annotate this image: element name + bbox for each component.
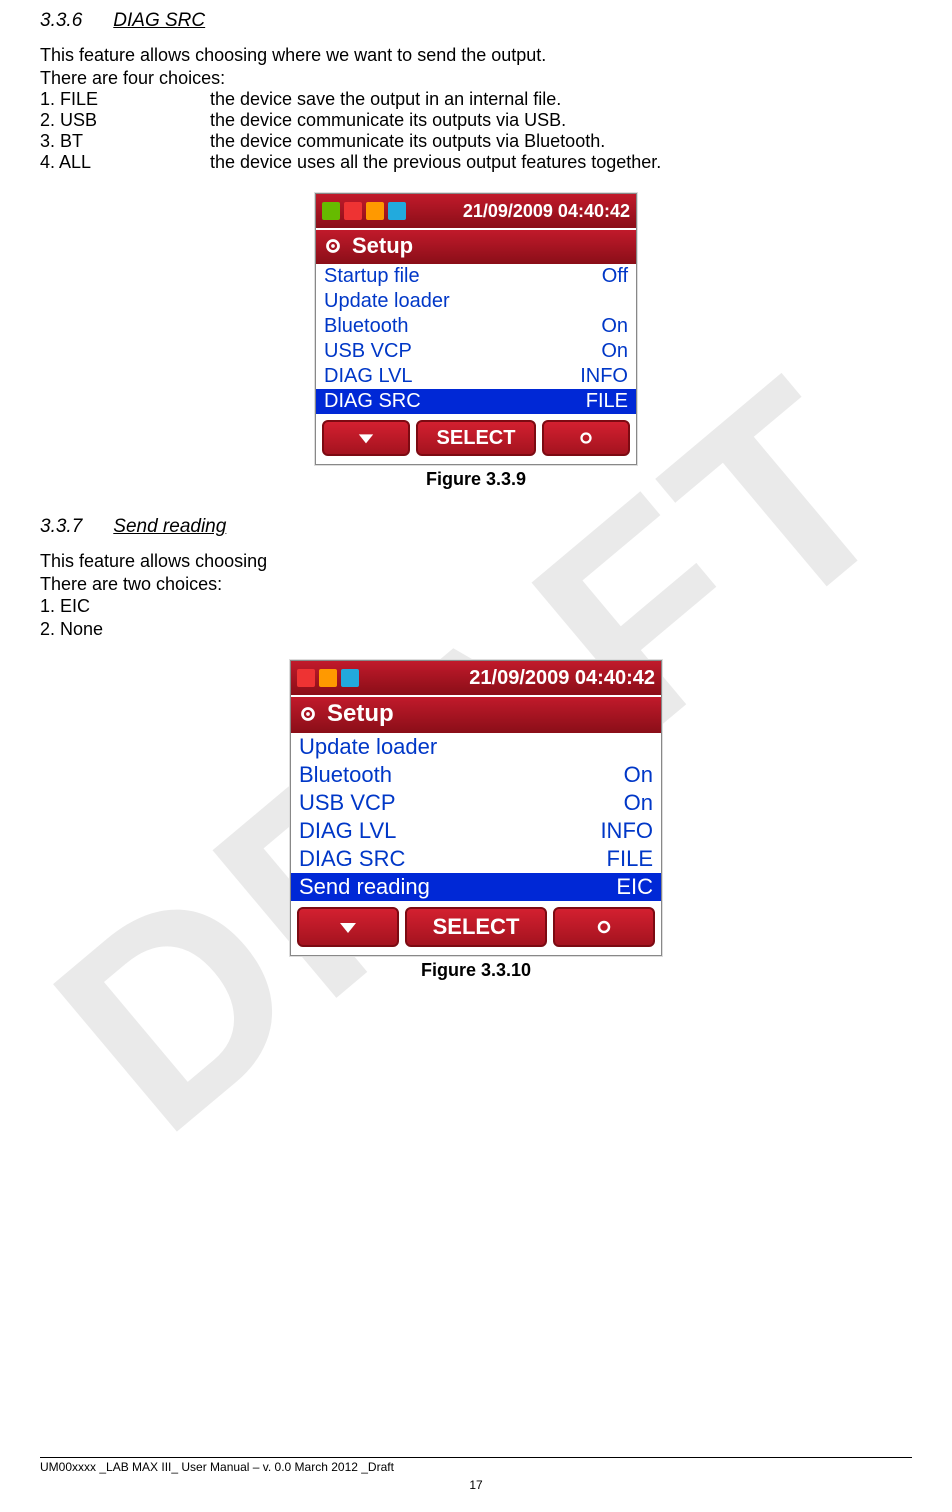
page-footer: UM00xxxx _LAB MAX III_ User Manual – v. … bbox=[40, 1457, 912, 1492]
gear-icon bbox=[322, 235, 344, 257]
device-softkeys: SELECT bbox=[316, 414, 636, 464]
device-status-bar: 21/09/2009 04:40:42 bbox=[291, 661, 661, 695]
section-number: 3.3.7 bbox=[40, 516, 108, 538]
device-menu: Update loader BluetoothOn USB VCPOn DIAG… bbox=[291, 733, 661, 901]
arrow-down-icon bbox=[338, 917, 358, 937]
menu-row-bluetooth[interactable]: BluetoothOn bbox=[316, 314, 636, 339]
gear-icon bbox=[594, 917, 614, 937]
setup-label: Setup bbox=[327, 700, 394, 728]
menu-row-update-loader[interactable]: Update loader bbox=[316, 289, 636, 314]
softkey-settings[interactable] bbox=[553, 907, 655, 947]
warning-icon bbox=[366, 202, 384, 220]
battery-icon bbox=[322, 202, 340, 220]
arrow-down-icon bbox=[357, 429, 375, 447]
choice-row: 4. ALL the device uses all the previous … bbox=[40, 152, 912, 173]
bluetooth-icon bbox=[388, 202, 406, 220]
softkey-select[interactable]: SELECT bbox=[416, 420, 537, 456]
choice-row: 1. FILE the device save the output in an… bbox=[40, 89, 912, 110]
footer-text: UM00xxxx _LAB MAX III_ User Manual – v. … bbox=[40, 1460, 912, 1474]
section1-intro2: There are four choices: bbox=[40, 67, 912, 90]
choice-row: 2. None bbox=[40, 618, 912, 641]
choice-desc: the device communicate its outputs via B… bbox=[210, 131, 605, 152]
softkey-down[interactable] bbox=[297, 907, 399, 947]
gear-icon bbox=[297, 703, 319, 725]
menu-row-bluetooth[interactable]: BluetoothOn bbox=[291, 761, 661, 789]
menu-row-send-reading[interactable]: Send readingEIC bbox=[291, 873, 661, 901]
choice-desc: the device communicate its outputs via U… bbox=[210, 110, 566, 131]
device-setup-header: Setup bbox=[291, 695, 661, 733]
softkey-down[interactable] bbox=[322, 420, 410, 456]
choice-key: 1. FILE bbox=[40, 89, 210, 110]
choice-row: 2. USB the device communicate its output… bbox=[40, 110, 912, 131]
section2-intro1: This feature allows choosing bbox=[40, 550, 912, 573]
menu-row-usb-vcp[interactable]: USB VCPOn bbox=[316, 339, 636, 364]
alert-icon bbox=[344, 202, 362, 220]
choice-row: 1. EIC bbox=[40, 595, 912, 618]
menu-row-startup-file[interactable]: Startup fileOff bbox=[316, 264, 636, 289]
page-content: 3.3.6 DIAG SRC This feature allows choos… bbox=[40, 10, 912, 981]
softkey-settings[interactable] bbox=[542, 420, 630, 456]
choice-desc: the device uses all the previous output … bbox=[210, 152, 661, 173]
section-heading-send-reading: 3.3.7 Send reading bbox=[40, 516, 912, 538]
figure-caption-2: Figure 3.3.10 bbox=[40, 960, 912, 981]
softkey-select[interactable]: SELECT bbox=[405, 907, 547, 947]
device-status-bar: 21/09/2009 04:40:42 bbox=[316, 194, 636, 228]
section-title: DIAG SRC bbox=[113, 10, 205, 31]
choice-key: 4. ALL bbox=[40, 152, 210, 173]
gear-icon bbox=[577, 429, 595, 447]
menu-row-diag-src[interactable]: DIAG SRCFILE bbox=[316, 389, 636, 414]
menu-row-diag-lvl[interactable]: DIAG LVLINFO bbox=[291, 817, 661, 845]
alert-icon bbox=[297, 669, 315, 687]
choice-key: 3. BT bbox=[40, 131, 210, 152]
menu-row-update-loader[interactable]: Update loader bbox=[291, 733, 661, 761]
section1-intro1: This feature allows choosing where we wa… bbox=[40, 44, 912, 67]
section-title: Send reading bbox=[113, 516, 226, 537]
device-clock: 21/09/2009 04:40:42 bbox=[469, 667, 655, 690]
footer-page-number: 17 bbox=[40, 1478, 912, 1492]
footer-rule bbox=[40, 1457, 912, 1458]
choice-row: 3. BT the device communicate its outputs… bbox=[40, 131, 912, 152]
menu-row-usb-vcp[interactable]: USB VCPOn bbox=[291, 789, 661, 817]
device-clock: 21/09/2009 04:40:42 bbox=[463, 201, 630, 222]
bluetooth-icon bbox=[341, 669, 359, 687]
device-setup-header: Setup bbox=[316, 228, 636, 264]
device-screenshot-1: 21/09/2009 04:40:42 Setup Startup fileOf… bbox=[315, 193, 637, 465]
menu-row-diag-lvl[interactable]: DIAG LVLINFO bbox=[316, 364, 636, 389]
figure-caption-1: Figure 3.3.9 bbox=[40, 469, 912, 490]
setup-label: Setup bbox=[352, 233, 413, 259]
section-number: 3.3.6 bbox=[40, 10, 108, 32]
device-softkeys: SELECT bbox=[291, 901, 661, 955]
choice-key: 2. USB bbox=[40, 110, 210, 131]
warning-icon bbox=[319, 669, 337, 687]
device-menu: Startup fileOff Update loader BluetoothO… bbox=[316, 264, 636, 414]
section-heading-diag-src: 3.3.6 DIAG SRC bbox=[40, 10, 912, 32]
choice-desc: the device save the output in an interna… bbox=[210, 89, 561, 110]
section2-intro2: There are two choices: bbox=[40, 573, 912, 596]
menu-row-diag-src[interactable]: DIAG SRCFILE bbox=[291, 845, 661, 873]
device-screenshot-2: 21/09/2009 04:40:42 Setup Update loader … bbox=[290, 660, 662, 956]
